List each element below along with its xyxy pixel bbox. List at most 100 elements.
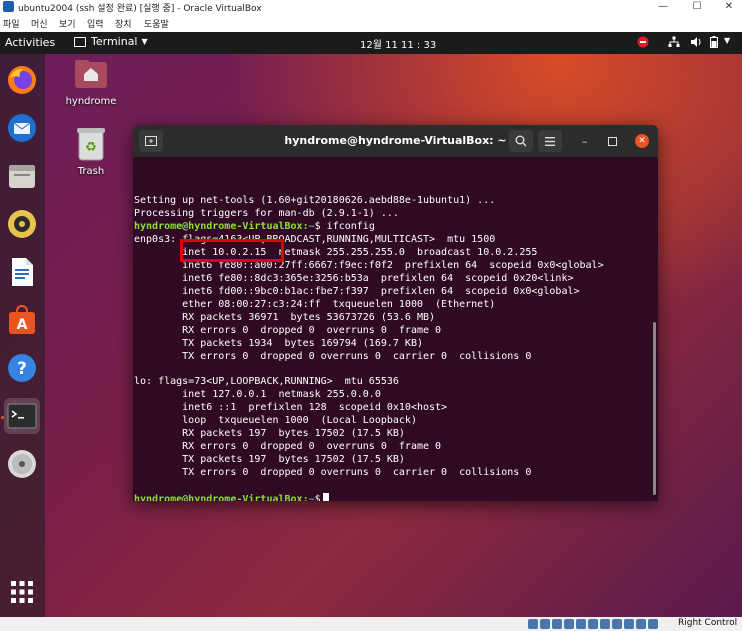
dock-software[interactable]: A [4,302,40,338]
app-menu-terminal[interactable]: Terminal ▼ [74,35,148,48]
terminal-line: inet6 fd00::9bc0:b1ac:fbe7:f397 prefixle… [134,286,580,297]
clock[interactable]: 12월 11 11 : 33 [360,36,436,51]
terminal-title: hyndrome@hyndrome-VirtualBox: ~ [284,134,507,147]
do-not-disturb-icon[interactable] [637,36,649,51]
mouse-integration-icon[interactable] [636,619,646,629]
svg-text:A: A [17,317,28,333]
usb-icon[interactable] [576,619,586,629]
search-icon [515,135,527,147]
recording-icon[interactable] [612,619,622,629]
shared-folder-icon[interactable] [588,619,598,629]
cpu-icon[interactable] [624,619,634,629]
maximize-icon[interactable] [608,137,617,146]
terminal-header-bar[interactable]: hyndrome@hyndrome-VirtualBox: ~ – ✕ [133,125,658,157]
desktop-trash[interactable]: ♻ Trash [61,126,121,177]
minimize-button[interactable]: — [652,0,674,14]
rhythmbox-icon [8,210,36,238]
terminal-line: RX errors 0 dropped 0 overruns 0 frame 0 [134,441,442,452]
cursor [322,493,329,501]
files-icon [9,165,35,188]
ubuntu-dock: A ? [0,54,45,617]
firefox-icon [8,66,36,94]
help-icon: ? [8,354,36,382]
dock-files[interactable] [4,158,40,194]
svg-text:♻: ♻ [85,140,97,155]
dock-show-applications[interactable] [4,574,40,610]
dock-help[interactable]: ? [4,350,40,386]
search-button[interactable] [509,130,533,152]
terminal-line: lo: flags=73<UP,LOOPBACK,RUNNING> mtu 65… [134,376,399,387]
terminal-line: TX errors 0 dropped 0 overruns 0 carrier… [134,467,532,478]
prompt-text: hyndrome@hyndrome-VirtualBox: [134,221,309,232]
volume-icon[interactable] [690,36,702,51]
dock-rhythmbox[interactable] [4,206,40,242]
terminal-line: Processing triggers for man-db (2.9.1-1)… [134,208,399,219]
menu-devices[interactable]: 장치 [115,17,132,30]
svg-text:?: ? [17,359,27,379]
display-icon[interactable] [600,619,610,629]
desktop-home-folder[interactable]: hyndrome [61,56,121,107]
activities-button[interactable]: Activities [5,36,55,49]
terminal-icon [7,403,37,429]
optical-icon[interactable] [540,619,550,629]
terminal-output[interactable]: Setting up net-tools (1.60+git20180626.a… [133,157,658,501]
annotation-highlight-box [180,239,284,262]
dock-firefox[interactable] [4,62,40,98]
virtualbox-icon [3,1,14,12]
home-folder-icon [75,60,107,88]
thunderbird-icon [8,114,36,142]
hdd-icon[interactable] [528,619,538,629]
command-text: $ ifconfig [314,221,375,232]
menu-machine[interactable]: 머신 [31,17,48,30]
maximize-button[interactable]: ☐ [686,0,708,14]
vbox-menu-bar: 파일 머신 보기 입력 장치 도움말 [0,14,742,32]
host-key-label: Right Control [678,618,738,628]
menu-view[interactable]: 보기 [59,17,76,30]
ubuntu-desktop: Activities Terminal ▼ 12월 11 11 : 33 ▼ A… [0,32,742,617]
keyboard-icon[interactable] [648,619,658,629]
window-title: ubuntu2004 (ssh 설정 완료) [실행 중] - Oracle V… [18,4,262,14]
terminal-prompt-line: hyndrome@hyndrome-VirtualBox:~$ [134,493,329,501]
terminal-line: inet6 ::1 prefixlen 128 scopeid 0x10<hos… [134,402,448,413]
trash-icon: ♻ [77,128,105,161]
dock-dvd[interactable] [4,446,40,482]
desktop-icon-label: Trash [77,166,105,177]
menu-input[interactable]: 입력 [87,17,104,30]
close-button[interactable]: ✕ [718,0,740,14]
menu-file[interactable]: 파일 [3,17,20,30]
network-status-icon[interactable] [564,619,574,629]
dock-terminal[interactable] [4,398,40,434]
app-menu-label: Terminal [91,35,138,48]
system-menu-chevron-icon[interactable]: ▼ [724,36,730,45]
terminal-window[interactable]: hyndrome@hyndrome-VirtualBox: ~ – ✕ Sett… [133,125,658,501]
vbox-status-bar: Right Control [0,617,742,631]
terminal-line: RX packets 36971 bytes 53673726 (53.6 MB… [134,312,436,323]
terminal-line: TX packets 197 bytes 17502 (17.5 KB) [134,454,405,465]
menu-help[interactable]: 도움말 [144,17,169,30]
terminal-line: inet 127.0.0.1 netmask 255.0.0.0 [134,389,381,400]
minimize-icon[interactable]: – [582,135,588,148]
terminal-line: TX packets 1934 bytes 169794 (169.7 KB) [134,338,423,349]
network-icon[interactable] [668,36,680,51]
close-icon[interactable]: ✕ [635,134,649,148]
terminal-line: ether 08:00:27:c3:24:ff txqueuelen 1000 … [134,299,496,310]
command-text: $ [314,494,321,501]
gnome-top-bar: Activities Terminal ▼ 12월 11 11 : 33 ▼ [0,32,742,54]
dock-thunderbird[interactable] [4,110,40,146]
terminal-line: loop txqueuelen 1000 (Local Loopback) [134,415,417,426]
battery-icon[interactable] [710,36,718,51]
audio-icon[interactable] [552,619,562,629]
chevron-down-icon: ▼ [141,37,148,46]
vbox-title-bar: ubuntu2004 (ssh 설정 완료) [실행 중] - Oracle V… [0,0,742,14]
terminal-prompt-line: hyndrome@hyndrome-VirtualBox:~$ ifconfig [134,221,375,232]
ubuntu-software-icon: A [9,304,35,334]
dock-writer[interactable] [4,254,40,290]
terminal-scrollbar[interactable] [653,322,656,495]
hamburger-icon [545,136,555,146]
terminal-line: RX errors 0 dropped 0 overruns 0 frame 0 [134,325,442,336]
desktop-icon-label: hyndrome [65,96,117,107]
hamburger-menu-button[interactable] [538,130,562,152]
status-device-icons [528,619,658,629]
terminal-line: TX errors 0 dropped 0 overruns 0 carrier… [134,351,532,362]
libreoffice-writer-icon [12,258,33,286]
